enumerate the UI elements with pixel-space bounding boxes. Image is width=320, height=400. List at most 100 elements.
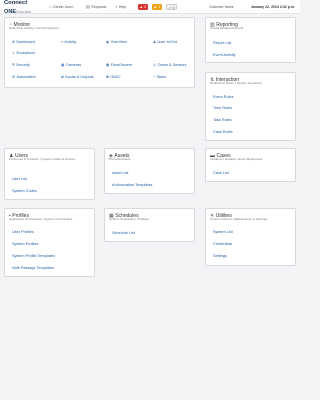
link-label: HVAC <box>110 75 121 79</box>
link-label: Inputs & Outputs <box>65 75 94 79</box>
link-case-rules[interactable]: Case Rules <box>213 130 233 134</box>
nav-label: Help <box>118 4 127 9</box>
assets-subtitle: Physical Assets <box>109 156 131 161</box>
link-cameras[interactable]: ▣ Cameras <box>61 63 81 67</box>
reporting-panel: ▥ Reporting Create Detailed Reports Repo… <box>205 17 296 63</box>
connectone-logo[interactable]: Connect ONEExtended <box>4 0 32 15</box>
link-label: Tasks <box>156 75 167 79</box>
hvac-icon: ✱ <box>106 75 110 79</box>
link-label: Security <box>16 63 30 67</box>
alarm-badge[interactable]: ▲ 3 <box>138 3 148 10</box>
customer-name[interactable]: Customer Name <box>209 5 234 9</box>
link-system-profiles[interactable]: System Profiles <box>12 242 38 246</box>
link-label: Exceptions <box>16 51 36 55</box>
link-label: Automation <box>16 75 36 79</box>
current-datetime: January 22, 2024 2:32 p.m. <box>250 4 295 9</box>
clipboard-icon: ▤ <box>86 4 90 9</box>
cases-panel: ▬ Cases Incidents | Repairs | Event Resp… <box>205 148 296 182</box>
link-inputs-outputs[interactable]: ⇄ Inputs & Outputs <box>61 75 94 79</box>
link-label: Dashboard <box>16 40 35 44</box>
user-icon: ♟ <box>153 40 157 44</box>
link-authorization-templates[interactable]: Authorization Templates <box>112 183 152 187</box>
link-label: Cameras <box>65 63 82 67</box>
link-case-list[interactable]: Case List <box>213 171 229 175</box>
link-automation[interactable]: ⚙ Automation <box>12 75 36 79</box>
interaction-panel: ⇅ Interaction Notification Rules | Syste… <box>205 72 296 141</box>
link-label: OverView <box>110 40 127 44</box>
link-task-rules[interactable]: Task Rules <box>213 118 232 122</box>
security-icon: ⛨ <box>12 63 15 67</box>
reporting-subtitle: Create Detailed Reports <box>210 25 244 30</box>
link-event-activity[interactable]: Event Activity <box>213 53 236 57</box>
link-settings[interactable]: Settings <box>213 254 227 258</box>
link-time-rules[interactable]: Time Rules <box>213 106 232 110</box>
utilities-subtitle: System Options | Maintenance & Settings <box>210 216 268 221</box>
warning-count: 1 <box>158 4 161 9</box>
bell-icon: ▲ <box>139 4 144 9</box>
link-hvac[interactable]: ✱ HVAC <box>106 75 121 79</box>
monitor-panel: ◔ Monitor Real-Time Activity | Control S… <box>4 17 195 88</box>
link-security[interactable]: ⛨ Security <box>12 63 30 67</box>
question-icon: ? <box>115 4 118 9</box>
automation-icon: ⚙ <box>12 75 16 79</box>
check-icon: ✓ <box>168 5 172 10</box>
link-system-codes[interactable]: System Codes <box>12 189 37 193</box>
warning-icon: ▲ <box>153 4 158 9</box>
floor-icon: ▦ <box>106 63 110 67</box>
link-label: Zones & Sensors <box>157 63 187 67</box>
assets-panel: ◈ Assets Physical Assets Asset List Auth… <box>104 148 195 194</box>
trouble-badge[interactable]: ✓ 0 <box>166 3 178 10</box>
trouble-count: 0 <box>172 5 175 10</box>
task-icon: + <box>153 75 156 79</box>
link-report-list[interactable]: Report List <box>213 41 231 45</box>
warning-badge[interactable]: ▲ 1 <box>152 3 162 10</box>
dashboard-icon: ⊞ <box>12 40 16 44</box>
activity-icon: ≡ <box>61 40 64 44</box>
link-system-profile-templates[interactable]: System Profile Templates <box>12 254 55 258</box>
link-system-list[interactable]: System List <box>213 230 233 234</box>
overview-icon: ◉ <box>106 40 110 44</box>
users-panel: ♟ Users Personnel & Contacts | System Co… <box>4 148 95 200</box>
utilities-panel: ✕ Utilities System Options | Maintenance… <box>205 208 296 266</box>
schedules-subtitle: System Schedules | Holidays <box>109 216 150 221</box>
interaction-subtitle: Notification Rules | System Interaction <box>210 80 263 85</box>
link-dashboard[interactable]: ⊞ Dashboard <box>12 40 35 44</box>
link-credentials[interactable]: Credentials <box>213 242 232 246</box>
top-bar: Connect ONEExtended ⌂ Cardin Journ ▤ Req… <box>0 0 300 15</box>
link-overview[interactable]: ◉ OverView <box>106 40 127 44</box>
link-schedule-list[interactable]: Schedule List <box>112 231 135 235</box>
nav-label: Cardin Journ <box>52 4 74 9</box>
link-exceptions[interactable]: ⚠ Exceptions <box>12 51 35 55</box>
link-event-rules[interactable]: Event Rules <box>213 95 233 99</box>
logo-line2: ONE <box>4 9 17 15</box>
users-subtitle: Personnel & Contacts | System Codes & Ac… <box>9 156 76 161</box>
schedules-panel: ▦ Schedules System Schedules | Holidays … <box>104 208 195 242</box>
monitor-subtitle: Real-Time Activity | Control Systems <box>9 25 59 30</box>
link-floordiscern[interactable]: ▦ FloorDiscern <box>106 63 132 67</box>
profiles-subtitle: Application Permissions | System Permiss… <box>9 216 73 221</box>
profiles-panel: ▪ Profiles Application Permissions | Sys… <box>4 208 95 277</box>
link-zones-sensors[interactable]: ◎ Zones & Sensors <box>153 63 187 67</box>
link-asset-list[interactable]: Asset List <box>112 171 128 175</box>
home-icon: ⌂ <box>49 4 52 9</box>
link-label: User In/Out <box>157 40 177 44</box>
link-activity[interactable]: ≡ Activity <box>61 40 76 44</box>
io-icon: ⇄ <box>61 75 65 79</box>
nav-cardin-journ[interactable]: ⌂ Cardin Journ <box>49 4 74 9</box>
link-user-profiles[interactable]: User Profiles <box>12 230 34 234</box>
cases-subtitle: Incidents | Repairs | Event Responses <box>210 156 263 161</box>
alarm-count: 3 <box>144 4 147 9</box>
link-user-in-out[interactable]: ♟ User In/Out <box>153 40 177 44</box>
link-safe-passage-templates[interactable]: Safe Passage Templates <box>12 266 54 270</box>
exception-icon: ⚠ <box>12 51 16 55</box>
link-tasks[interactable]: + Tasks <box>153 75 166 79</box>
sensor-icon: ◎ <box>153 63 157 67</box>
logo-suffix: Extended <box>16 10 32 14</box>
link-user-list[interactable]: User List <box>12 177 27 181</box>
link-label: FloorDiscern <box>110 63 133 67</box>
camera-icon: ▣ <box>61 63 65 67</box>
logo-line1: Connect <box>4 0 28 6</box>
nav-help[interactable]: ? Help <box>115 4 126 9</box>
link-label: Activity <box>64 40 77 44</box>
nav-requests[interactable]: ▤ Requests <box>86 4 106 9</box>
